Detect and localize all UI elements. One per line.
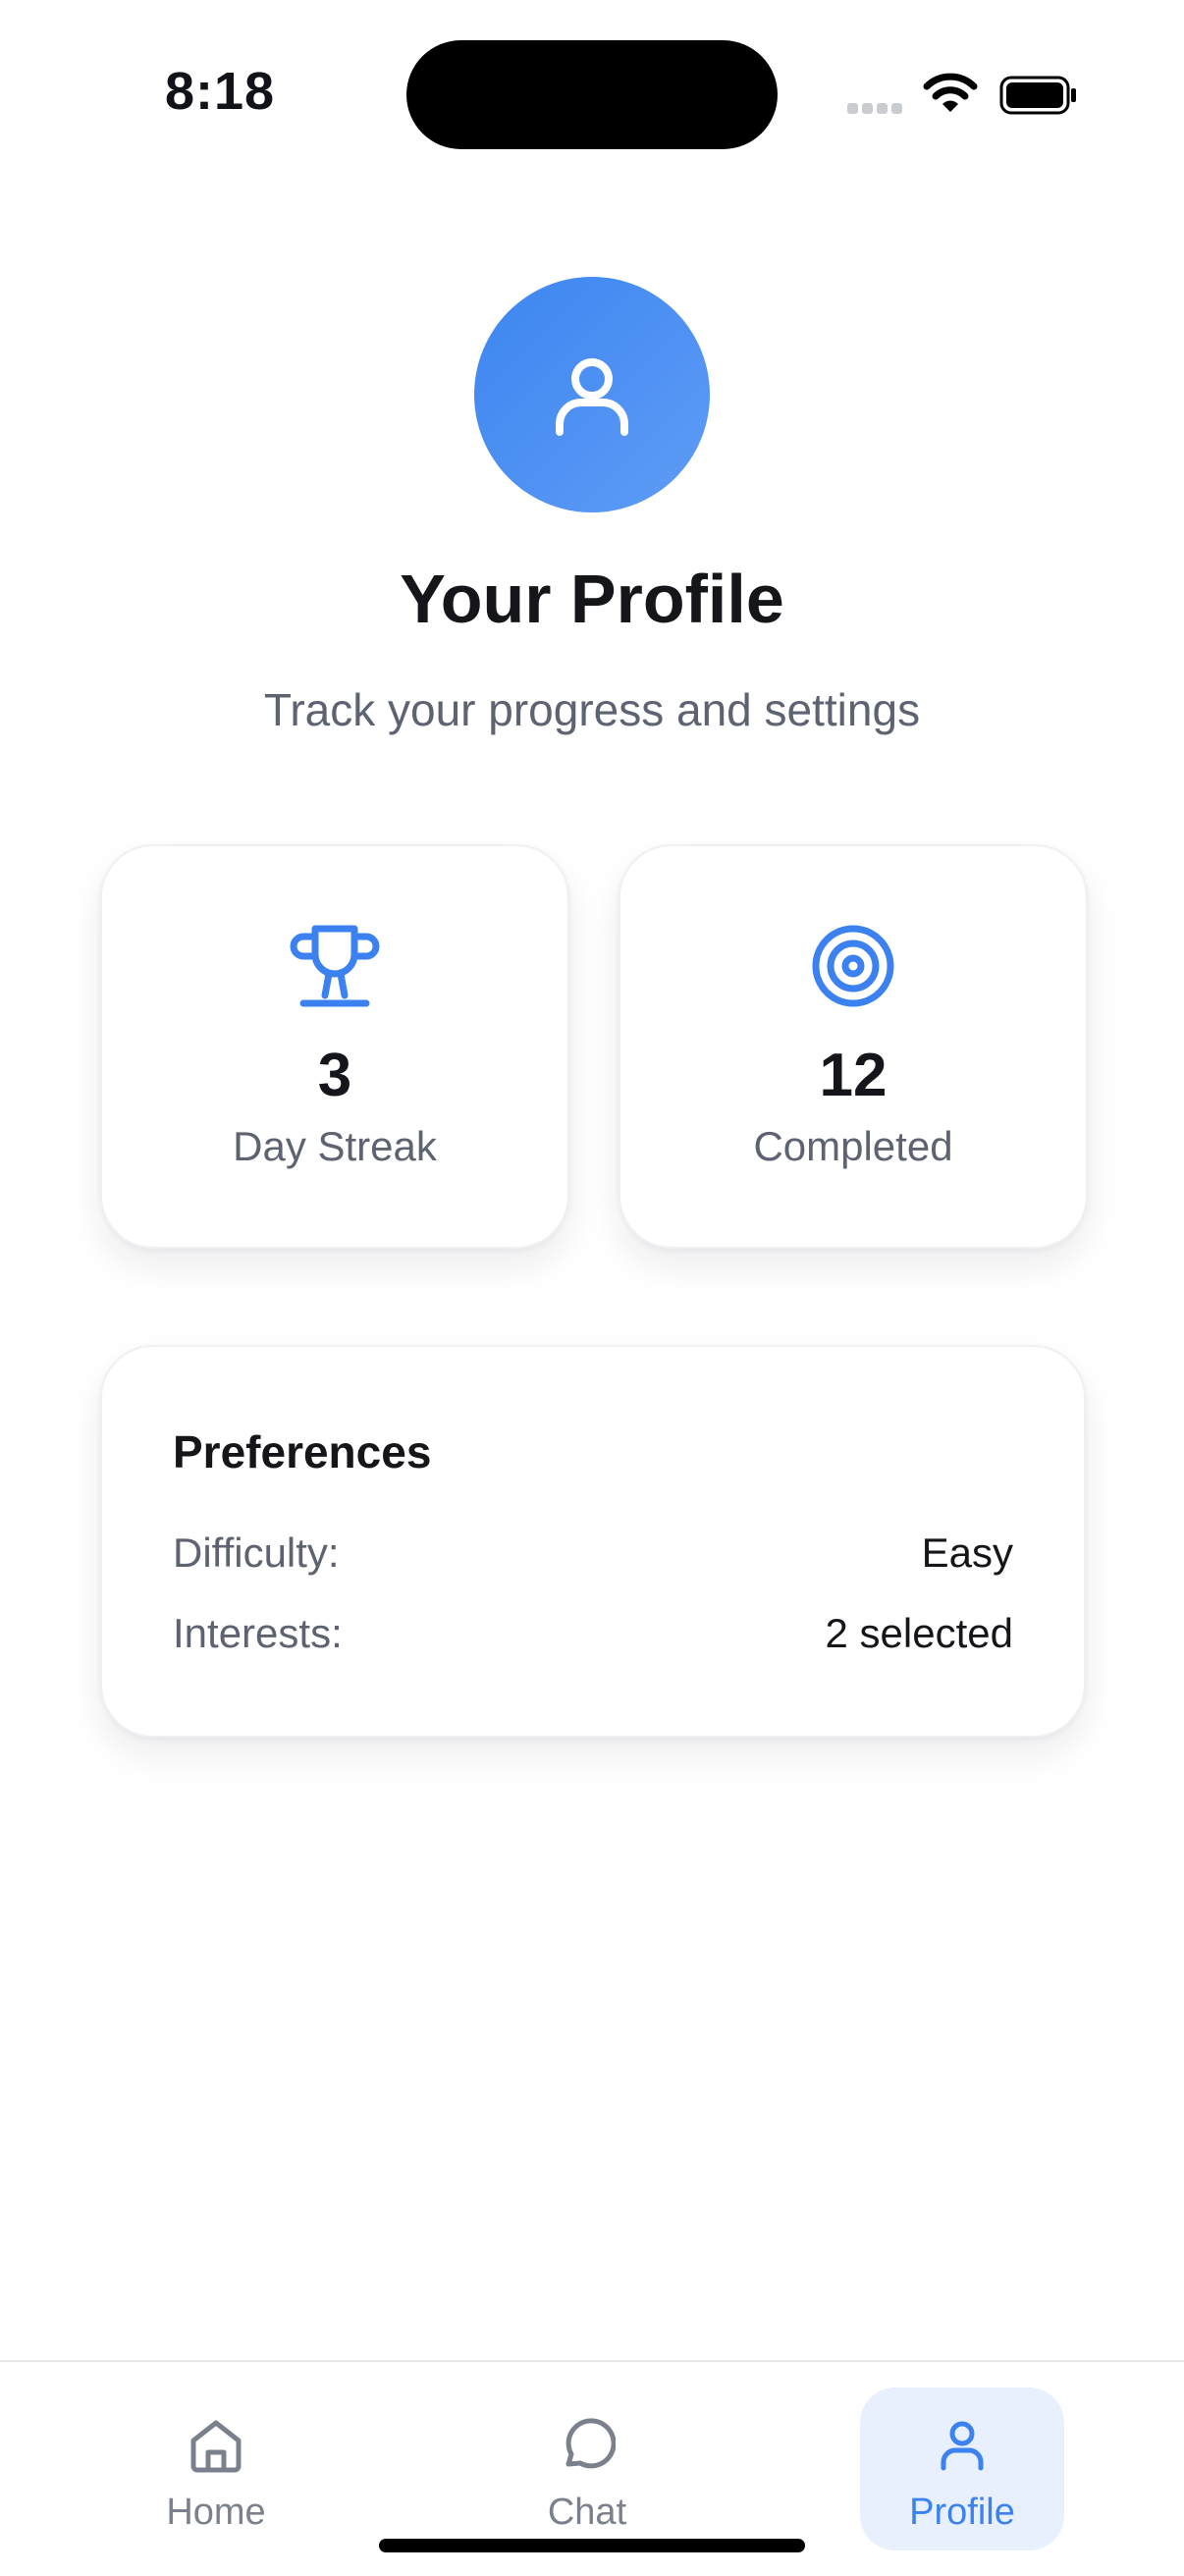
user-icon [556, 358, 628, 436]
user-icon [941, 2421, 984, 2471]
page-subtitle: Track your progress and settings [263, 684, 921, 735]
completed-label: Completed [753, 1123, 953, 1169]
trophy-icon [290, 925, 380, 1007]
tab-home[interactable]: Home [114, 2388, 318, 2550]
preferences-title: Preferences [173, 1426, 432, 1477]
dynamic-island [406, 40, 778, 149]
profile-avatar [474, 277, 710, 512]
tab-chat[interactable]: Chat [485, 2388, 689, 2550]
interests-value: 2 selected [825, 1610, 1013, 1656]
day-streak-card: 3 Day Streak [100, 844, 569, 1249]
tab-chat-label: Chat [547, 2492, 627, 2533]
interests-label: Interests: [173, 1610, 343, 1656]
target-icon [812, 925, 894, 1007]
completed-card: 12 Completed [619, 844, 1088, 1249]
page-title: Your Profile [400, 561, 784, 637]
day-streak-label: Day Streak [233, 1123, 437, 1169]
preferences-card: Preferences Difficulty: Easy Interests: … [100, 1345, 1086, 1738]
tab-home-label: Home [166, 2492, 266, 2533]
tab-profile-label: Profile [909, 2492, 1015, 2533]
completed-value: 12 [819, 1042, 888, 1109]
difficulty-value: Easy [921, 1530, 1013, 1576]
home-icon [190, 2420, 242, 2473]
chat-icon [565, 2418, 617, 2469]
battery-icon [999, 76, 1076, 115]
difficulty-label: Difficulty: [173, 1530, 340, 1576]
home-indicator [379, 2539, 805, 2552]
status-bar: 8:18 [0, 0, 1184, 187]
tab-profile[interactable]: Profile [860, 2388, 1064, 2550]
day-streak-value: 3 [317, 1042, 352, 1109]
status-time: 8:18 [165, 62, 276, 121]
wifi-icon [923, 73, 978, 112]
